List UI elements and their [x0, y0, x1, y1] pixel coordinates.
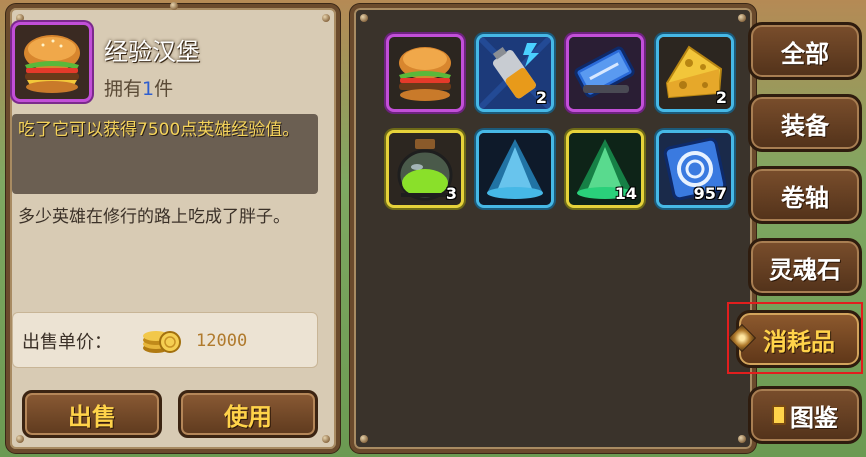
item-count: 957	[693, 184, 727, 203]
blue-scroll-icon	[569, 37, 641, 109]
burger-icon	[24, 35, 80, 93]
book-icon	[772, 405, 786, 425]
blue-dust-icon	[479, 133, 551, 205]
item-flavor-text: 多少英雄在修行的路上吃成了胖子。	[18, 207, 290, 227]
owned-suffix: 件	[154, 78, 174, 100]
selected-item-portrait	[12, 22, 92, 102]
inventory-slot[interactable]	[386, 34, 464, 112]
item-description: 吃了它可以获得7500点英雄经验值。	[18, 120, 300, 140]
rivet-decoration	[322, 14, 330, 22]
owned-prefix: 拥有	[104, 78, 143, 100]
sell-button[interactable]: 出售	[22, 390, 162, 438]
item-name: 经验汉堡	[104, 38, 200, 66]
inventory-slot[interactable]: 2	[656, 34, 734, 112]
price-label: 出售单价：	[22, 332, 112, 353]
inventory-slot[interactable]: 2	[476, 34, 554, 112]
tab-soulstones[interactable]: 灵魂石	[748, 238, 862, 296]
inventory-slot[interactable]	[476, 130, 554, 208]
tab-equipment[interactable]: 装备	[748, 94, 862, 152]
item-count: 14	[614, 184, 637, 203]
use-button[interactable]: 使用	[178, 390, 318, 438]
rivet-decoration	[322, 435, 330, 443]
burger-icon	[399, 47, 451, 101]
rivet-decoration	[360, 14, 368, 22]
inventory-slot[interactable]	[566, 34, 644, 112]
tab-codex[interactable]: 图鉴	[748, 386, 862, 444]
rivet-decoration	[738, 14, 746, 22]
item-count: 2	[535, 88, 547, 107]
inventory-slot[interactable]: 3	[386, 130, 464, 208]
item-count: 3	[445, 184, 457, 203]
item-count: 2	[715, 88, 727, 107]
gold-coins-icon	[143, 331, 181, 353]
owned-count: 1	[142, 78, 155, 100]
tab-scrolls[interactable]: 卷轴	[748, 166, 862, 224]
inventory-slot[interactable]: 957	[656, 130, 734, 208]
price-value: 12000	[196, 331, 248, 351]
inventory-slot[interactable]: 14	[566, 130, 644, 208]
owned-count-row: 拥有1件	[104, 74, 173, 101]
rivet-decoration	[16, 435, 24, 443]
tab-all[interactable]: 全部	[748, 22, 862, 80]
rivet-decoration	[16, 14, 24, 22]
selection-highlight	[727, 302, 863, 374]
rivet-decoration	[170, 2, 178, 10]
rivet-decoration	[360, 435, 368, 443]
rivet-decoration	[738, 435, 746, 443]
tab-codex-label: 图鉴	[790, 403, 838, 432]
